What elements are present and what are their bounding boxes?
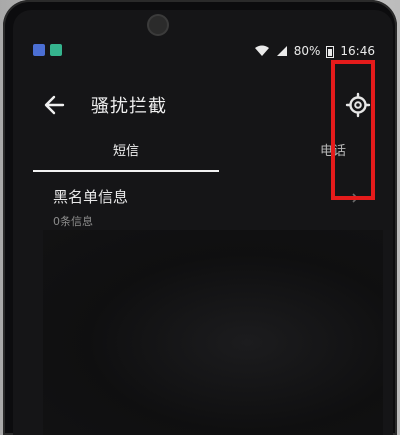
highlight-box bbox=[331, 60, 375, 200]
list-item-subtitle: 0条信息 bbox=[53, 215, 93, 228]
wifi-icon bbox=[254, 45, 269, 56]
list-item-blacklist-messages[interactable]: 黑名单信息 0条信息 bbox=[53, 186, 363, 232]
battery-percentage: 80% bbox=[293, 44, 321, 58]
front-camera bbox=[149, 16, 167, 34]
battery-icon bbox=[326, 45, 335, 58]
notification-blue-icon bbox=[33, 44, 45, 56]
active-tab-indicator bbox=[33, 170, 219, 172]
status-time: 16:46 bbox=[340, 44, 375, 58]
status-bar: 80% 16:46 bbox=[33, 44, 375, 62]
page-title: 骚扰拦截 bbox=[91, 96, 167, 117]
signal-icon bbox=[276, 46, 287, 56]
status-indicators: 80% 16:46 bbox=[254, 44, 375, 58]
tab-bar: 短信 电话 bbox=[33, 138, 373, 174]
list-item-title: 黑名单信息 bbox=[53, 188, 129, 206]
obscured-content-area bbox=[43, 230, 383, 435]
tab-sms[interactable]: 短信 bbox=[33, 140, 219, 159]
status-notifications bbox=[33, 44, 62, 56]
back-arrow-icon[interactable] bbox=[41, 90, 71, 120]
app-bar: 骚扰拦截 bbox=[41, 90, 373, 120]
notification-green-icon bbox=[50, 44, 62, 56]
